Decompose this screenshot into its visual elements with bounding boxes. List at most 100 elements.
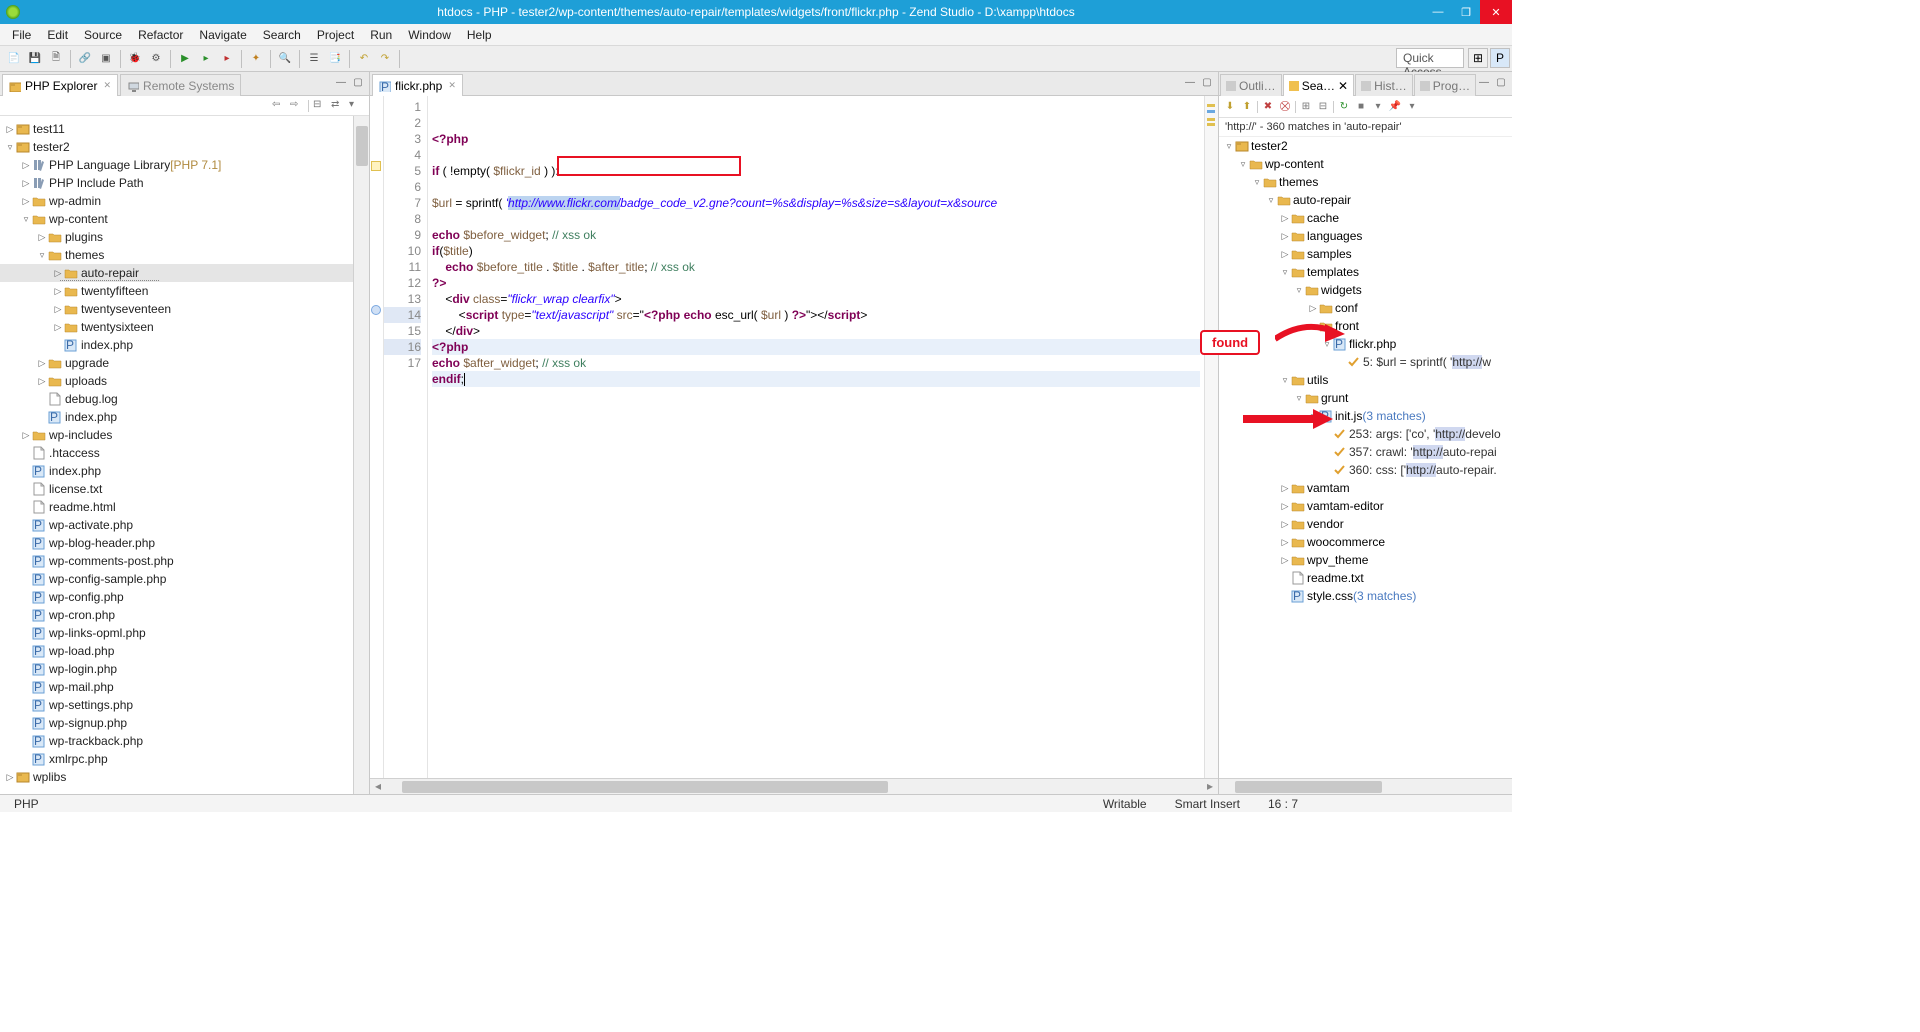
tree-item[interactable]: wp-links-opml.php bbox=[0, 624, 369, 642]
right-max-icon[interactable]: ▢ bbox=[1494, 75, 1508, 89]
tree-item[interactable]: index.php bbox=[0, 336, 369, 354]
search-result-tree[interactable]: ▿tester2▿wp-content▿themes▿auto-repair▷c… bbox=[1219, 137, 1512, 778]
tree-item[interactable]: debug.log bbox=[0, 390, 369, 408]
search-button2[interactable]: 🔍 bbox=[275, 49, 295, 69]
task-button[interactable]: ☰ bbox=[304, 49, 324, 69]
menu-search[interactable]: Search bbox=[255, 25, 309, 45]
minimize-button[interactable]: — bbox=[1424, 0, 1452, 24]
search-tree-item[interactable]: ▿templates bbox=[1219, 263, 1512, 281]
link-editor-icon[interactable]: ⇄ bbox=[331, 99, 345, 113]
menu-navigate[interactable]: Navigate bbox=[191, 25, 254, 45]
tree-item[interactable]: ▷PHP Language Library [PHP 7.1] bbox=[0, 156, 369, 174]
tree-item[interactable]: index.php bbox=[0, 408, 369, 426]
search-tree-item[interactable]: ▷vamtam-editor bbox=[1219, 497, 1512, 515]
search-tree-item[interactable]: ▿utils bbox=[1219, 371, 1512, 389]
back-history-icon[interactable]: ⇦ bbox=[272, 99, 286, 113]
menu-window[interactable]: Window bbox=[400, 25, 459, 45]
tree-item[interactable]: wp-config.php bbox=[0, 588, 369, 606]
prev-match-icon[interactable]: ⬆ bbox=[1240, 100, 1254, 114]
tree-item[interactable]: wp-load.php bbox=[0, 642, 369, 660]
remove-match-icon[interactable]: ✖ bbox=[1261, 100, 1275, 114]
search-tree-item[interactable]: ▷woocommerce bbox=[1219, 533, 1512, 551]
right-tab-prog[interactable]: Prog… bbox=[1414, 74, 1476, 96]
fwd-history-icon[interactable]: ⇨ bbox=[290, 99, 304, 113]
tree-item[interactable]: ▿wp-content bbox=[0, 210, 369, 228]
tree-item[interactable]: ▷auto-repair bbox=[0, 264, 369, 282]
overview-ruler[interactable] bbox=[1204, 96, 1218, 778]
search-tree-item[interactable]: ▷conf bbox=[1219, 299, 1512, 317]
tree-item[interactable]: index.php bbox=[0, 462, 369, 480]
search-tree-item[interactable]: ▷languages bbox=[1219, 227, 1512, 245]
tree-item[interactable]: wp-signup.php bbox=[0, 714, 369, 732]
annotation-button[interactable]: 📑 bbox=[325, 49, 345, 69]
maximize-button[interactable]: ❐ bbox=[1452, 0, 1480, 24]
search-tree-item[interactable]: style.css (3 matches) bbox=[1219, 587, 1512, 605]
search-tree-item[interactable]: ▿themes bbox=[1219, 173, 1512, 191]
menu-refactor[interactable]: Refactor bbox=[130, 25, 191, 45]
new-button[interactable]: 📄 bbox=[4, 49, 24, 69]
tree-item[interactable]: ▷wplibs bbox=[0, 768, 369, 786]
tree-item[interactable]: wp-comments-post.php bbox=[0, 552, 369, 570]
save-button[interactable]: 💾 bbox=[25, 49, 45, 69]
tree-item[interactable]: ▷upgrade bbox=[0, 354, 369, 372]
tree-item[interactable]: readme.html bbox=[0, 498, 369, 516]
search-tree-item[interactable]: ▿front bbox=[1219, 317, 1512, 335]
collapse-all-icon[interactable]: ⊟ bbox=[313, 99, 327, 113]
quick-access-input[interactable]: Quick Access bbox=[1396, 48, 1464, 68]
perspective-open-button[interactable]: ⊞ bbox=[1468, 48, 1488, 68]
editor-max-icon[interactable]: ▢ bbox=[1200, 75, 1214, 89]
right-tab-sea[interactable]: Sea…✕ bbox=[1283, 74, 1354, 96]
tree-item[interactable]: wp-blog-header.php bbox=[0, 534, 369, 552]
menu-project[interactable]: Project bbox=[309, 25, 362, 45]
editor-hscroll[interactable]: ◂ ▸ bbox=[370, 778, 1218, 794]
history-icon[interactable]: ▾ bbox=[1371, 100, 1385, 114]
code-editor[interactable]: 1234567891011121314151617 <?phpif ( !emp… bbox=[370, 96, 1218, 778]
search-tree-item[interactable]: readme.txt bbox=[1219, 569, 1512, 587]
minimize-panel-icon[interactable]: — bbox=[334, 75, 348, 89]
collapse-all-icon[interactable]: ⊟ bbox=[1316, 100, 1330, 114]
right-min-icon[interactable]: — bbox=[1477, 75, 1491, 89]
search-tree-item[interactable]: ▷wpv_theme bbox=[1219, 551, 1512, 569]
right-tab-hist[interactable]: Hist… bbox=[1355, 74, 1413, 96]
external-tools-button[interactable]: ▸ bbox=[217, 49, 237, 69]
code-area[interactable]: <?phpif ( !empty( $flickr_id ) ):$url = … bbox=[428, 96, 1204, 778]
menu-help[interactable]: Help bbox=[459, 25, 500, 45]
project-tree[interactable]: ▷test11▿tester2▷PHP Language Library [PH… bbox=[0, 116, 369, 794]
search-tree-item[interactable]: ▿tester2 bbox=[1219, 137, 1512, 155]
menu-file[interactable]: File bbox=[4, 25, 39, 45]
tree-item[interactable]: ▷plugins bbox=[0, 228, 369, 246]
tree-item[interactable]: ▷twentyfifteen bbox=[0, 282, 369, 300]
tree-item[interactable]: ▷wp-includes bbox=[0, 426, 369, 444]
tree-item[interactable]: ▷PHP Include Path bbox=[0, 174, 369, 192]
editor-min-icon[interactable]: — bbox=[1183, 75, 1197, 89]
search-match[interactable]: 360: css: ['http://auto-repair. bbox=[1219, 461, 1512, 479]
debug-button[interactable]: 🐞 bbox=[125, 49, 145, 69]
tree-item[interactable]: ▿themes bbox=[0, 246, 369, 264]
tree-item[interactable]: .htaccess bbox=[0, 444, 369, 462]
rerun-icon[interactable]: ↻ bbox=[1337, 100, 1351, 114]
new-wizard-button[interactable]: ✦ bbox=[246, 49, 266, 69]
editor-tab-flickr[interactable]: flickr.php ✕ bbox=[372, 74, 463, 96]
view-menu-icon[interactable]: ▾ bbox=[349, 99, 363, 113]
search-tree-item[interactable]: ▿flickr.php bbox=[1219, 335, 1512, 353]
tree-item[interactable]: ▷wp-admin bbox=[0, 192, 369, 210]
search-tree-item[interactable]: ▿auto-repair bbox=[1219, 191, 1512, 209]
info-marker[interactable] bbox=[371, 305, 381, 315]
left-tab-php-explorer[interactable]: PHP Explorer✕ bbox=[2, 74, 118, 96]
tree-item[interactable]: ▷uploads bbox=[0, 372, 369, 390]
forward-button[interactable]: ↷ bbox=[375, 49, 395, 69]
search-match[interactable]: 357: crawl: 'http://auto-repai bbox=[1219, 443, 1512, 461]
search-match[interactable]: 5: $url = sprintf( 'http://w bbox=[1219, 353, 1512, 371]
back-button[interactable]: ↶ bbox=[354, 49, 374, 69]
tree-item[interactable]: wp-settings.php bbox=[0, 696, 369, 714]
right-hscroll[interactable] bbox=[1219, 778, 1512, 794]
remove-all-icon[interactable]: ⛒ bbox=[1278, 100, 1292, 114]
search-tree-item[interactable]: ▷cache bbox=[1219, 209, 1512, 227]
tree-item[interactable]: wp-config-sample.php bbox=[0, 570, 369, 588]
tree-item[interactable]: xmlrpc.php bbox=[0, 750, 369, 768]
tree-item[interactable]: ▷twentyseventeen bbox=[0, 300, 369, 318]
menu-edit[interactable]: Edit bbox=[39, 25, 76, 45]
search-tree-item[interactable]: ▿wp-content bbox=[1219, 155, 1512, 173]
tree-item[interactable]: wp-cron.php bbox=[0, 606, 369, 624]
stop-icon[interactable]: ■ bbox=[1354, 100, 1368, 114]
